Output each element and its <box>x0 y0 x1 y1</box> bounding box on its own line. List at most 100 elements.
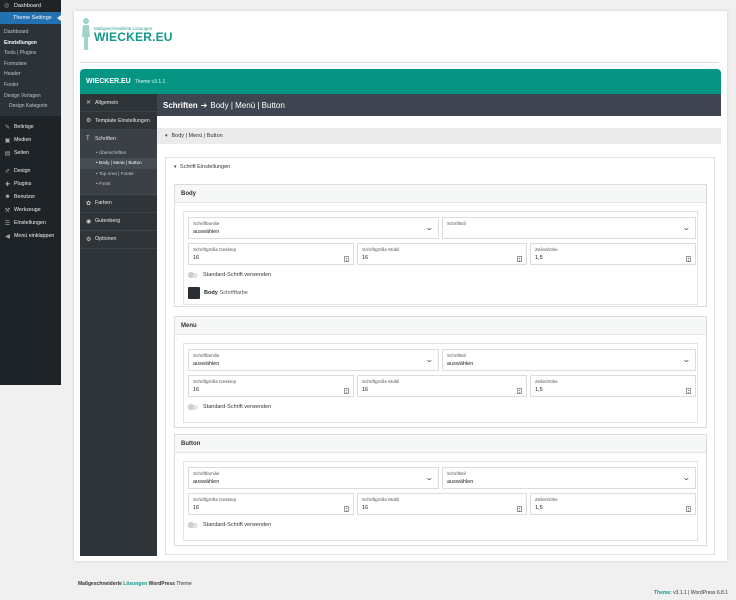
font-size-desktop-input[interactable]: Schriftgröße Desktop 16 ▴ ▾ <box>188 243 354 265</box>
nav-label: Gutenberg <box>95 218 121 225</box>
section-title: Menu <box>175 317 706 335</box>
nav-label: Allgemein <box>95 99 119 106</box>
font-size-desktop-input[interactable]: Schriftgröße Desktop 16 ▴ ▾ <box>188 493 354 515</box>
field-label: Schriftfamilie <box>193 221 220 226</box>
nav-optionen[interactable]: ⚙ Optionen <box>80 231 157 249</box>
chevron-down-icon: ▾ <box>165 133 168 139</box>
chevron-down-icon: ⌄ <box>425 473 435 482</box>
nav-allgemein[interactable]: ✕ Allgemein <box>80 94 157 112</box>
nav-farben[interactable]: ✿ Farben <box>80 195 157 213</box>
wp-menu-collapse[interactable]: ◀ Menü einklappen <box>0 230 61 243</box>
line-height-input[interactable]: Zeilenhöhe 1,5 ▴ ▾ <box>530 493 696 515</box>
media-icon: ▣ <box>4 137 11 144</box>
wp-menu-design[interactable]: ✐ Design <box>0 165 61 178</box>
color-swatch[interactable] <box>188 287 200 299</box>
font-style-select[interactable]: Schriftstil ⌄ <box>442 217 696 239</box>
nav-sub-item-current[interactable]: • Body | Menü | Button <box>80 158 157 169</box>
field-label: Schriftgröße Desktop <box>193 497 237 502</box>
wp-menu-dashboard[interactable]: ◎ Dashboard <box>0 0 61 12</box>
wp-submenu-item-current[interactable]: Einstellungen <box>0 38 61 49</box>
wp-submenu-item[interactable]: Footer <box>0 80 61 91</box>
wp-submenu-item[interactable]: Header <box>0 69 61 80</box>
wp-menu-label: Werkzeuge <box>14 207 41 214</box>
footer-version-text: v3.1.1 | WordPress 6.8.1 <box>673 590 728 596</box>
nav-template[interactable]: ⚙ Template Einstellungen <box>80 112 157 130</box>
spinner-icon[interactable]: ▴ ▾ <box>517 388 522 394</box>
section-fields: Schriftfamilie auswählen ⌄ Schriftstil a… <box>183 343 698 423</box>
font-size-mobile-input[interactable]: Schriftgröße Mobil 16 ▴ ▾ <box>357 493 527 515</box>
wp-menu-label: Benutzer <box>14 194 36 201</box>
wp-menu-dashboard-label: Dashboard <box>14 3 41 9</box>
line-height-input[interactable]: Zeilenhöhe 1,5 ▴ ▾ <box>530 243 696 265</box>
wp-menu-media[interactable]: ▣ Medien <box>0 134 61 147</box>
nav-label: Optionen <box>95 236 117 243</box>
section-menu: Menu Schriftfamilie auswählen ⌄ Schrifts… <box>174 316 707 428</box>
wp-menu-posts[interactable]: ✎ Beiträge <box>0 121 61 134</box>
standard-font-toggle[interactable]: Standard-Schrift verwenden <box>188 272 271 278</box>
spinner-icon[interactable]: ▴ ▾ <box>686 506 691 512</box>
panel-toggle[interactable]: ▾ Schrift Einstellungen <box>174 164 230 170</box>
font-style-select[interactable]: Schriftstil auswählen ⌄ <box>442 349 696 371</box>
font-size-desktop-input[interactable]: Schriftgröße Desktop 16 ▴ ▾ <box>188 375 354 397</box>
wp-menu-pages[interactable]: ▤ Seiten <box>0 147 61 160</box>
theme-version: Theme v3.1.1 <box>134 78 166 85</box>
wp-submenu-item[interactable]: Design Kategorie <box>0 101 61 112</box>
wp-menu-label: Plugins <box>14 181 32 188</box>
toggle-label: Standard-Schrift verwenden <box>203 404 272 410</box>
font-size-mobile-input[interactable]: Schriftgröße Mobil 16 ▴ ▾ <box>357 243 527 265</box>
nav-schriften[interactable]: T Schriften <box>80 130 157 148</box>
field-value: 16 <box>193 254 200 261</box>
wp-menu-plugins[interactable]: ✚ Plugins <box>0 178 61 191</box>
page-header: Schriften ➔ Body | Menü | Button <box>157 94 721 116</box>
settings-card: Maßgeschneiderte Lösungen WIECKER.EU WIE… <box>74 11 727 561</box>
wp-menu-users[interactable]: ☻ Benutzer <box>0 191 61 204</box>
spinner-icon[interactable]: ▴ ▾ <box>686 388 691 394</box>
font-family-select[interactable]: Schriftfamilie auswählen ⌄ <box>188 349 439 371</box>
field-value: auswählen <box>193 478 220 485</box>
block-icon: ◉ <box>86 218 92 225</box>
footer-text: Maßgeschneiderte <box>78 581 122 587</box>
field-value: auswählen <box>447 478 474 485</box>
field-label: Schriftstil <box>447 353 466 358</box>
field-label: Schriftgröße Desktop <box>193 247 237 252</box>
user-icon: ☻ <box>4 194 11 201</box>
wp-submenu-item[interactable]: Design Vorlagen <box>0 91 61 102</box>
spinner-icon[interactable]: ▴ ▾ <box>344 506 349 512</box>
font-family-select[interactable]: Schriftfamilie auswählen ⌄ <box>188 217 439 239</box>
spinner-icon[interactable]: ▴ ▾ <box>344 388 349 394</box>
nav-sub-item[interactable]: • Fonts <box>80 179 157 189</box>
nav-sub-item[interactable]: • Top Area | Footer <box>80 169 157 179</box>
font-style-select[interactable]: Schriftstil auswählen ⌄ <box>442 467 696 489</box>
nav-sub-item[interactable]: • Überschriften <box>80 148 157 158</box>
toggle-switch[interactable] <box>188 272 198 278</box>
field-label: Schriftstil <box>447 221 466 226</box>
wp-menu-tools[interactable]: ⚒ Werkzeuge <box>0 204 61 217</box>
spinner-icon[interactable]: ▴ ▾ <box>344 256 349 262</box>
field-label: Zeilenhöhe <box>535 379 558 384</box>
wp-submenu-item[interactable]: Formulare <box>0 59 61 70</box>
spinner-icon[interactable]: ▴ ▾ <box>517 506 522 512</box>
spinner-icon[interactable]: ▴ ▾ <box>686 256 691 262</box>
standard-font-toggle[interactable]: Standard-Schrift verwenden <box>188 522 271 528</box>
toggle-switch[interactable] <box>188 522 198 528</box>
font-color-picker[interactable]: Body Schriftfarbe <box>188 287 248 299</box>
wp-submenu-item[interactable]: Dashboard <box>0 27 61 38</box>
section-title: Body <box>175 185 706 203</box>
wp-menu-settings[interactable]: ☰ Einstellungen <box>0 217 61 230</box>
font-family-select[interactable]: Schriftfamilie auswählen ⌄ <box>188 467 439 489</box>
font-size-mobile-input[interactable]: Schriftgröße Mobil 16 ▴ ▾ <box>357 375 527 397</box>
field-value: 1,5 <box>535 504 543 511</box>
section-toggle-bar[interactable]: ▾ Body | Menü | Button <box>157 128 721 144</box>
toggle-switch[interactable] <box>188 404 198 410</box>
nav-label: Schriften <box>95 135 116 142</box>
wp-submenu-item[interactable]: Tools | Plugins <box>0 48 61 59</box>
spinner-icon[interactable]: ▴ ▾ <box>517 256 522 262</box>
wp-menu-theme-settings[interactable]: Theme Settings <box>0 12 61 24</box>
nav-gutenberg[interactable]: ◉ Gutenberg <box>80 213 157 231</box>
line-height-input[interactable]: Zeilenhöhe 1,5 ▴ ▾ <box>530 375 696 397</box>
footer-text: Theme <box>176 581 192 587</box>
chevron-down-icon: ⌄ <box>425 223 435 232</box>
panel-title: Schrift Einstellungen <box>180 164 231 170</box>
standard-font-toggle[interactable]: Standard-Schrift verwenden <box>188 404 271 410</box>
section-toggle-label: Body | Menü | Button <box>171 133 223 139</box>
